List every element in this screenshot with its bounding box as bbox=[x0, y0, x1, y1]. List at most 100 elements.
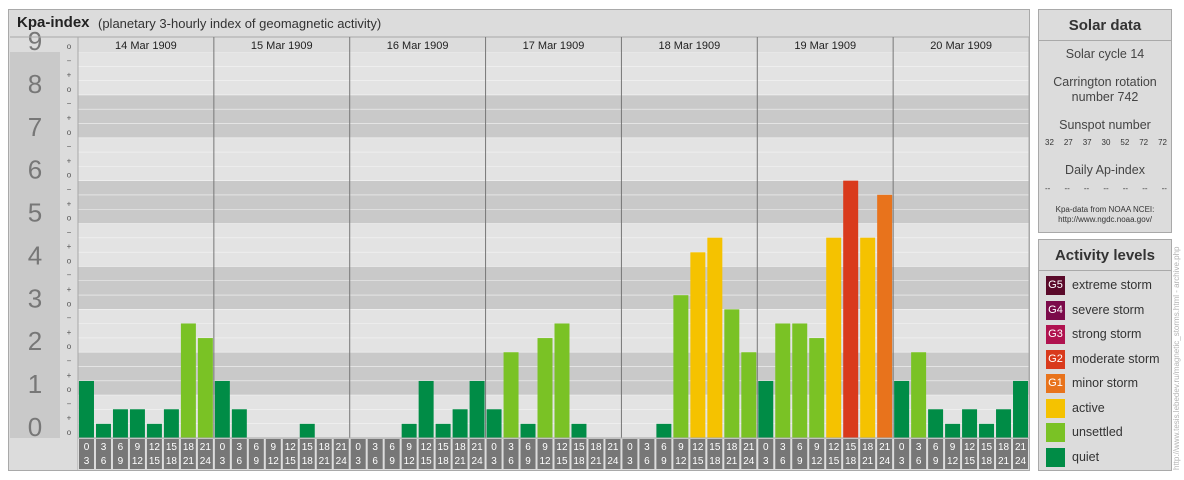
activity-levels-title: Activity levels bbox=[1054, 247, 1156, 264]
legend-item: active bbox=[1046, 398, 1170, 418]
interval-start-label: 15 bbox=[845, 442, 857, 453]
interval-start-label: 18 bbox=[590, 442, 602, 453]
y-tick-label: 8 bbox=[28, 69, 42, 99]
interval-start-label: 9 bbox=[678, 442, 684, 453]
interval-end-label: 12 bbox=[268, 456, 280, 467]
interval-end-label: 24 bbox=[879, 456, 891, 467]
y-tick-label: 6 bbox=[28, 155, 42, 185]
y-sub-label: o bbox=[67, 428, 72, 437]
y-sub-label: − bbox=[67, 99, 72, 108]
interval-start-label: 15 bbox=[166, 442, 178, 453]
kp-bar bbox=[469, 380, 485, 438]
kp-bar bbox=[537, 338, 553, 438]
interval-start-label: 0 bbox=[355, 442, 361, 453]
carrington-line-2: number 742 bbox=[1071, 90, 1139, 104]
legend-item: G1 minor storm bbox=[1046, 374, 1170, 393]
interval-start-label: 9 bbox=[950, 442, 956, 453]
sunspot-label: Sunspot number bbox=[1059, 118, 1151, 132]
interval-end-label: 15 bbox=[692, 456, 704, 467]
interval-end-label: 3 bbox=[491, 456, 497, 467]
y-sub-label: o bbox=[67, 299, 72, 308]
interval-start-label: 6 bbox=[389, 442, 395, 453]
y-sub-label: + bbox=[67, 285, 72, 294]
interval-end-label: 15 bbox=[556, 456, 568, 467]
ap-value: -- bbox=[1045, 184, 1051, 193]
kp-bar bbox=[146, 423, 162, 438]
interval-start-label: 18 bbox=[862, 442, 874, 453]
kp-bar bbox=[435, 423, 451, 438]
legend-label: extreme storm bbox=[1072, 278, 1152, 292]
interval-start-label: 21 bbox=[200, 442, 212, 453]
interval-start-label: 18 bbox=[455, 442, 467, 453]
kp-bar bbox=[758, 380, 774, 438]
interval-end-label: 18 bbox=[438, 456, 450, 467]
interval-start-label: 15 bbox=[573, 442, 585, 453]
interval-start-label: 15 bbox=[302, 442, 314, 453]
kp-bar bbox=[299, 423, 315, 438]
divider bbox=[1039, 40, 1171, 41]
y-sub-label: o bbox=[67, 85, 72, 94]
interval-start-label: 21 bbox=[336, 442, 348, 453]
interval-end-label: 6 bbox=[101, 456, 107, 467]
kp-bar bbox=[163, 409, 179, 438]
ap-value: -- bbox=[1064, 184, 1070, 193]
kp-bar bbox=[129, 409, 145, 438]
interval-start-label: 0 bbox=[491, 442, 497, 453]
interval-start-label: 6 bbox=[525, 442, 531, 453]
interval-end-label: 18 bbox=[302, 456, 314, 467]
activity-levels-panel: Activity levels G5 extreme storm G4 severe … bbox=[1038, 239, 1172, 471]
interval-end-label: 21 bbox=[862, 456, 874, 467]
y-tick-label: 4 bbox=[28, 240, 42, 270]
interval-end-label: 24 bbox=[336, 456, 348, 467]
sunspot-value: 72 bbox=[1158, 138, 1167, 147]
interval-end-label: 6 bbox=[372, 456, 378, 467]
interval-end-label: 24 bbox=[743, 456, 755, 467]
y-sub-label: o bbox=[67, 385, 72, 394]
interval-start-label: 3 bbox=[780, 442, 786, 453]
interval-end-label: 24 bbox=[200, 456, 212, 467]
y-sub-label: − bbox=[67, 228, 72, 237]
interval-start-label: 3 bbox=[916, 442, 922, 453]
interval-start-label: 3 bbox=[508, 442, 514, 453]
interval-start-label: 12 bbox=[964, 442, 976, 453]
ap-index-label: Daily Ap-index bbox=[1065, 163, 1145, 177]
interval-end-label: 12 bbox=[675, 456, 687, 467]
y-sub-label: o bbox=[67, 171, 72, 180]
kp-bar bbox=[894, 380, 910, 438]
kp-bar bbox=[95, 423, 111, 438]
plot-band bbox=[78, 52, 1029, 95]
interval-end-label: 9 bbox=[525, 456, 531, 467]
legend-item: G5 extreme storm bbox=[1046, 276, 1170, 295]
interval-end-label: 12 bbox=[404, 456, 416, 467]
y-sub-label: − bbox=[67, 185, 72, 194]
interval-start-label: 6 bbox=[661, 442, 667, 453]
legend-swatch: G5 bbox=[1046, 276, 1065, 295]
interval-end-label: 6 bbox=[237, 456, 243, 467]
interval-end-label: 15 bbox=[149, 456, 161, 467]
y-tick-label: 0 bbox=[28, 412, 42, 442]
sunspot-value: 52 bbox=[1120, 138, 1130, 147]
y-sub-label: + bbox=[67, 156, 72, 165]
kp-bar bbox=[520, 423, 536, 438]
interval-start-label: 6 bbox=[797, 442, 803, 453]
legend-label: severe storm bbox=[1072, 302, 1145, 317]
interval-end-label: 21 bbox=[590, 456, 602, 467]
interval-end-label: 15 bbox=[964, 456, 976, 467]
interval-end-label: 21 bbox=[998, 456, 1010, 467]
interval-end-label: 18 bbox=[709, 456, 721, 467]
source-note-1: Kpa-data from NOAA NCEI: bbox=[1055, 205, 1155, 214]
interval-end-label: 3 bbox=[220, 456, 226, 467]
ap-value: -- bbox=[1142, 184, 1148, 193]
interval-end-label: 6 bbox=[916, 456, 922, 467]
interval-end-label: 21 bbox=[726, 456, 738, 467]
interval-start-label: 0 bbox=[220, 442, 226, 453]
y-sub-label: o bbox=[67, 214, 72, 223]
kp-bar bbox=[928, 409, 944, 438]
y-sub-label: − bbox=[67, 271, 72, 280]
kp-bar bbox=[112, 409, 128, 438]
kp-bar bbox=[554, 323, 570, 438]
watermark: http://www.tesis.lebedev.ru/magnetic_sto… bbox=[1172, 246, 1181, 471]
kp-bar bbox=[197, 338, 213, 438]
solar-cycle: Solar cycle 14 bbox=[1065, 47, 1145, 61]
kp-bar bbox=[996, 409, 1012, 438]
